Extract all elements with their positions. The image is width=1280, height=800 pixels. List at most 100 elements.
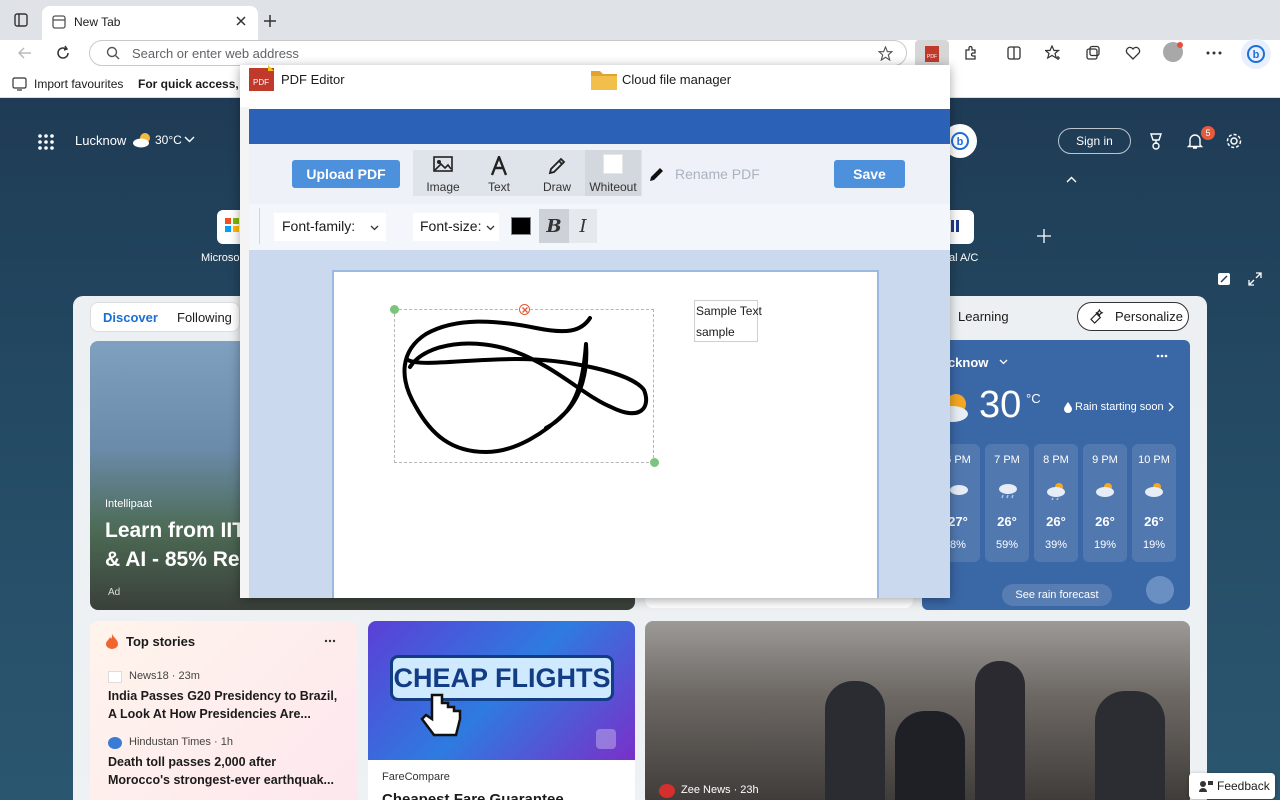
- editor-header-band: [249, 109, 950, 144]
- tab-learning[interactable]: Learning: [958, 309, 1009, 324]
- font-size-label: Font-size:: [420, 218, 482, 234]
- hero-title-line2: & AI - 85% Re: [105, 548, 240, 571]
- city-chevron-icon[interactable]: [999, 359, 1008, 365]
- whiteout-tool[interactable]: Whiteout: [585, 150, 641, 196]
- profile-status-dot: [1177, 42, 1183, 48]
- chevron-down-icon: [486, 225, 495, 231]
- hour-forecast: 10 PM 26° 19%: [1132, 444, 1176, 562]
- feedback-button[interactable]: Feedback: [1189, 773, 1275, 799]
- pdf-editor-label[interactable]: PDF Editor: [281, 72, 345, 87]
- story-headline[interactable]: Morocco's strongest-ever earthquak...: [108, 773, 334, 787]
- hindustan-times-logo: [108, 737, 122, 749]
- tab-title: New Tab: [74, 15, 121, 29]
- freehand-drawing[interactable]: [396, 312, 652, 462]
- rain-note: Rain starting soon: [1075, 401, 1164, 413]
- tab-actions-icon[interactable]: [6, 7, 36, 33]
- bold-toggle[interactable]: B: [539, 209, 569, 243]
- address-bar[interactable]: Search or enter web address: [89, 40, 907, 66]
- text-tool-label: Text: [487, 180, 510, 194]
- divider: [259, 208, 260, 244]
- favourites-icon[interactable]: [1038, 40, 1068, 66]
- feedback-icon: [1199, 780, 1213, 793]
- quick-link-tile-right[interactable]: [949, 210, 974, 244]
- profile-avatar[interactable]: [1163, 42, 1183, 62]
- draw-tool[interactable]: Draw: [529, 152, 585, 196]
- upload-pdf-button[interactable]: Upload PDF: [292, 160, 400, 188]
- chevron-right-icon[interactable]: [1168, 402, 1174, 412]
- chevron-down-icon[interactable]: [184, 136, 195, 143]
- partly-cloudy-icon: [132, 132, 154, 148]
- more-icon[interactable]: [324, 639, 336, 643]
- pdf-page[interactable]: Sample Text sample: [332, 270, 879, 598]
- weather-unit: °C: [1026, 391, 1041, 406]
- story-headline[interactable]: India Passes G20 Presidency to Brazil,: [108, 689, 337, 703]
- back-icon[interactable]: [10, 40, 40, 66]
- rain-drop-icon: [1064, 402, 1072, 413]
- text-tool[interactable]: Text: [471, 152, 527, 196]
- pdf-editor-logo[interactable]: PDF: [248, 65, 275, 92]
- font-family-label: Font-family:: [282, 218, 356, 234]
- cheap-flights-card[interactable]: CHEAP FLIGHTS FareCompare Cheapest Fare …: [368, 621, 635, 800]
- hero-title-line1: Learn from IIT: [105, 519, 246, 542]
- extensions-icon[interactable]: [956, 40, 986, 66]
- ad-label: Ad: [108, 587, 121, 598]
- expand-image-icon[interactable]: [596, 729, 616, 749]
- collections-icon[interactable]: [1078, 40, 1108, 66]
- new-tab-button[interactable]: [262, 13, 278, 29]
- copilot-icon[interactable]: b: [1241, 39, 1271, 69]
- personalize-button[interactable]: Personalize: [1077, 302, 1189, 331]
- pdf-extension-icon[interactable]: PDF: [915, 40, 949, 68]
- personalize-label: Personalize: [1115, 309, 1183, 324]
- chevron-up-icon[interactable]: [1066, 176, 1077, 183]
- sample-text-line1: Sample Text: [696, 304, 762, 318]
- sign-in-button[interactable]: Sign in: [1058, 128, 1131, 154]
- svg-text:b: b: [957, 136, 964, 148]
- add-site-icon[interactable]: [1036, 228, 1052, 244]
- font-family-select[interactable]: Font-family:: [274, 213, 386, 241]
- whiteout-tool-label: Whiteout: [589, 180, 637, 194]
- top-stories-card: Top stories News18 · 23m India Passes G2…: [90, 621, 358, 800]
- sample-text-box[interactable]: Sample Text sample: [694, 300, 762, 342]
- split-screen-icon[interactable]: [999, 40, 1029, 66]
- customize-icon[interactable]: [1217, 272, 1231, 286]
- popup-left-edge: [240, 107, 249, 598]
- image-tool-label: Image: [426, 180, 460, 194]
- more-options-icon[interactable]: [1199, 40, 1229, 66]
- quick-link-tile-left[interactable]: [217, 210, 241, 244]
- tab-following[interactable]: Following: [177, 310, 232, 325]
- cloud-file-manager-label[interactable]: Cloud file manager: [622, 72, 731, 87]
- quick-link-label-right: al A/C: [949, 252, 979, 264]
- weather-more-icon[interactable]: [1156, 354, 1168, 358]
- tab-discover[interactable]: Discover: [103, 310, 158, 325]
- font-size-select[interactable]: Font-size:: [413, 213, 499, 241]
- photo-figure: [825, 681, 885, 800]
- favourite-star-icon[interactable]: [878, 46, 893, 61]
- notification-count-badge: 5: [1201, 126, 1215, 140]
- news18-logo: [108, 671, 122, 683]
- text-color-swatch[interactable]: [511, 217, 531, 235]
- rewards-icon[interactable]: [1147, 132, 1165, 150]
- close-tab-icon[interactable]: [235, 15, 247, 27]
- news-photo-card[interactable]: Zee News · 23h: [645, 621, 1190, 800]
- hour-forecast: 7 PM 26° 59%: [985, 444, 1029, 562]
- apps-launcher-icon[interactable]: [37, 133, 55, 151]
- import-favourites-link[interactable]: Import favourites: [34, 77, 123, 91]
- image-tool[interactable]: Image: [415, 152, 471, 196]
- story-headline[interactable]: A Look At How Presidencies Are...: [108, 707, 311, 721]
- rename-pdf-input[interactable]: Rename PDF: [675, 166, 760, 182]
- search-icon: [106, 46, 120, 60]
- browser-essentials-icon[interactable]: [1118, 40, 1148, 66]
- see-rain-forecast-button[interactable]: See rain forecast: [1002, 584, 1112, 606]
- save-button[interactable]: Save: [834, 160, 905, 188]
- tab-new-tab[interactable]: New Tab: [42, 6, 258, 40]
- refresh-icon[interactable]: [48, 40, 78, 66]
- settings-gear-icon[interactable]: [1225, 132, 1243, 150]
- italic-toggle[interactable]: I: [569, 209, 597, 243]
- weather-card[interactable]: ucknow 30 °C Rain starting soon 6 PM 27°…: [922, 340, 1190, 610]
- location-label[interactable]: Lucknow: [75, 133, 126, 148]
- expand-icon[interactable]: [1248, 272, 1262, 286]
- weather-avatar[interactable]: [1146, 576, 1174, 604]
- story-headline[interactable]: Death toll passes 2,000 after: [108, 755, 276, 769]
- zee-news-logo: [659, 784, 675, 798]
- folder-icon[interactable]: [590, 67, 618, 91]
